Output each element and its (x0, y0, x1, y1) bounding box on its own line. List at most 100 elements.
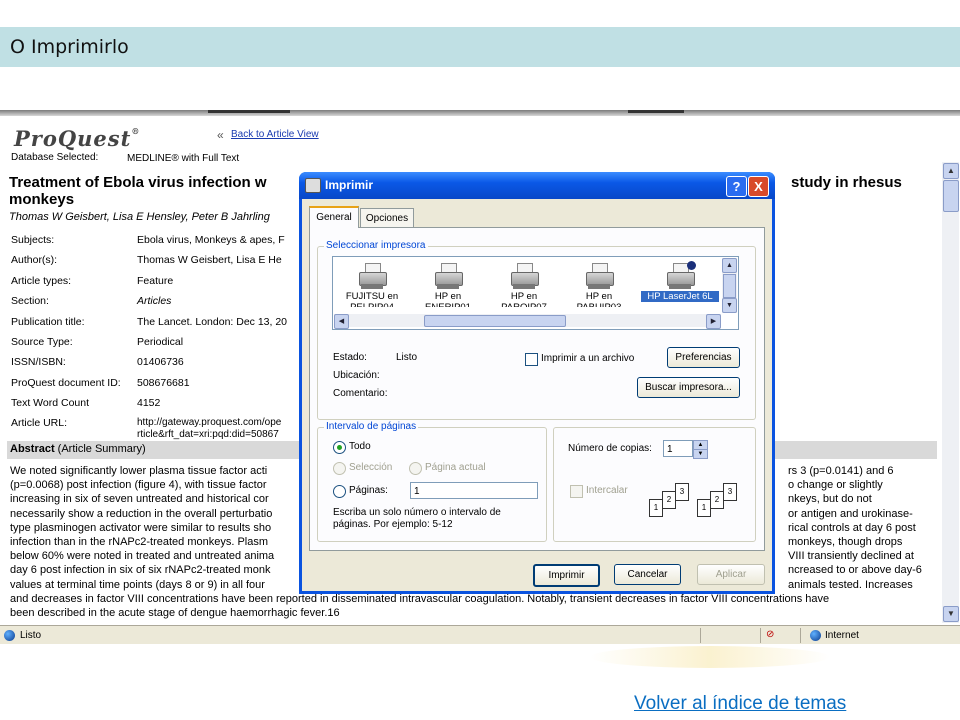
field-value[interactable]: Ebola virus, Monkeys & apes, F (137, 234, 285, 246)
close-button[interactable]: X (748, 176, 769, 197)
status-separator (700, 628, 701, 643)
field-value: Periodical (137, 336, 184, 348)
field-label: Subjects: (11, 234, 55, 246)
database-label: Database Selected: (11, 152, 99, 163)
printer-item[interactable]: FUJITSU en PELPIP04 (337, 259, 407, 313)
field-label: Author(s): (11, 254, 58, 266)
printer-item[interactable]: HP en PAROIP07 (489, 259, 559, 313)
range-all-radio[interactable] (333, 441, 346, 454)
range-selection-radio[interactable] (333, 462, 346, 475)
print-to-file-checkbox[interactable] (525, 353, 538, 366)
article-url-cont[interactable]: rticle&rft_dat=xri:pqd:did=50867 (137, 429, 279, 440)
range-current-radio[interactable] (409, 462, 422, 475)
printer-icon (665, 261, 696, 291)
apply-button[interactable]: Aplicar (697, 564, 765, 585)
general-panel: Seleccionar impresora FUJITSU en PELPIP0… (309, 227, 765, 551)
scroll-up-icon[interactable]: ▲ (722, 258, 737, 273)
slide-header: O Imprimirlo (0, 27, 960, 67)
printer-list-hscroll[interactable]: ◀ ▶ (334, 314, 721, 329)
collate-label: Intercalar (586, 485, 628, 496)
proquest-logo: ProQuest® (14, 126, 141, 151)
hscroll-thumb[interactable] (424, 315, 566, 327)
decorative-swoosh (590, 646, 830, 668)
dialog-titlebar[interactable]: Imprimir ? X (299, 172, 775, 199)
print-button[interactable]: Imprimir (533, 564, 600, 587)
field-label: ISSN/ISBN: (11, 356, 66, 368)
collate-checkbox[interactable] (570, 485, 583, 498)
article-url[interactable]: http://gateway.proquest.com/ope (137, 417, 281, 428)
security-zone: Internet (825, 630, 859, 641)
internet-zone-icon (810, 630, 821, 641)
printer-icon (433, 261, 463, 291)
field-label: Article types: (11, 275, 72, 287)
tab-general[interactable]: General (309, 206, 359, 228)
printer-item-selected[interactable]: HP LaserJet 6L (641, 259, 719, 313)
scroll-down-icon[interactable]: ▼ (722, 298, 737, 313)
dialog-title: Imprimir (325, 178, 374, 192)
browser-statusbar: Listo ⊘ Internet (0, 625, 960, 644)
field-label: Source Type: (11, 336, 73, 348)
back-to-article-link[interactable]: Back to Article View (231, 129, 319, 140)
scroll-left-icon[interactable]: ◀ (334, 314, 349, 329)
help-button[interactable]: ? (726, 176, 747, 197)
database-value: MEDLINE® with Full Text (127, 153, 240, 164)
status-separator (760, 628, 761, 643)
page-scrollbar[interactable]: ▲ ▼ (942, 162, 959, 623)
tab-opciones[interactable]: Opciones (360, 208, 414, 228)
dialog-body: General Opciones Seleccionar impresora F… (302, 199, 772, 591)
preferences-button[interactable]: Preferencias (667, 347, 740, 368)
status-value: Listo (396, 352, 418, 363)
range-pages-radio[interactable] (333, 485, 346, 498)
field-value: Feature (137, 275, 174, 287)
range-pages-label: Páginas: (349, 485, 388, 496)
status-text: Listo (20, 630, 42, 641)
back-to-index-link[interactable]: Volver al índice de temas (634, 693, 846, 715)
printer-list-vscroll[interactable]: ▲ ▼ (722, 258, 737, 313)
field-value: The Lancet. London: Dec 13, 20 (137, 316, 288, 328)
printer-item[interactable]: HP en PABUIP03 (564, 259, 634, 313)
comment-label: Comentario: (333, 388, 388, 399)
copies-input[interactable]: 1 (663, 440, 693, 457)
slide-title: O Imprimirlo (10, 36, 129, 58)
printer-item[interactable]: HP en ENERIP01 (413, 259, 483, 313)
field-label: ProQuest document ID: (11, 377, 121, 389)
popup-blocked-icon[interactable]: ⊘ (766, 629, 774, 640)
status-separator (800, 628, 801, 643)
scroll-right-icon[interactable]: ▶ (706, 314, 721, 329)
range-all-label: Todo (349, 441, 371, 452)
field-value: 508676681 (137, 377, 190, 389)
default-printer-icon (687, 261, 696, 270)
scroll-down-icon[interactable]: ▼ (943, 606, 959, 622)
browser-toolbar-marker (628, 110, 684, 113)
printer-icon (584, 261, 614, 291)
page-status-icon (4, 630, 15, 641)
field-label: Publication title: (11, 316, 85, 328)
printer-icon (357, 261, 387, 291)
pages-input[interactable]: 1 (410, 482, 538, 499)
browser-toolbar-marker (208, 110, 290, 113)
field-label: Article URL: (11, 417, 68, 429)
field-label: Text Word Count (11, 397, 90, 409)
range-hint: páginas. Por ejemplo: 5-12 (333, 519, 453, 530)
status-label: Estado: (333, 352, 367, 363)
range-current-label: Página actual (425, 462, 486, 473)
range-hint: Escriba un solo número o intervalo de (333, 507, 501, 518)
spin-down-icon[interactable]: ▼ (693, 449, 708, 459)
vscroll-thumb[interactable] (723, 274, 736, 298)
print-dialog: Imprimir ? X General Opciones Selecciona… (299, 172, 775, 594)
field-value[interactable]: Thomas W Geisbert, Lisa E He (137, 254, 282, 266)
scroll-up-icon[interactable]: ▲ (943, 163, 959, 179)
find-printer-button[interactable]: Buscar impresora... (637, 377, 740, 398)
field-value: 4152 (137, 397, 161, 409)
printer-icon (305, 178, 321, 193)
printer-list[interactable]: FUJITSU en PELPIP04 HP en ENERIP01 HP en… (332, 256, 739, 330)
printer-icon (509, 261, 539, 291)
copies-label: Número de copias: (568, 443, 652, 454)
location-label: Ubicación: (333, 370, 380, 381)
page-range-label: Intervalo de páginas (324, 421, 419, 432)
article-authors: Thomas W Geisbert, Lisa E Hensley, Peter… (9, 211, 270, 223)
range-selection-label: Selección (349, 462, 393, 473)
scroll-thumb[interactable] (943, 180, 959, 212)
cancel-button[interactable]: Cancelar (614, 564, 681, 585)
field-value: 01406736 (137, 356, 184, 368)
